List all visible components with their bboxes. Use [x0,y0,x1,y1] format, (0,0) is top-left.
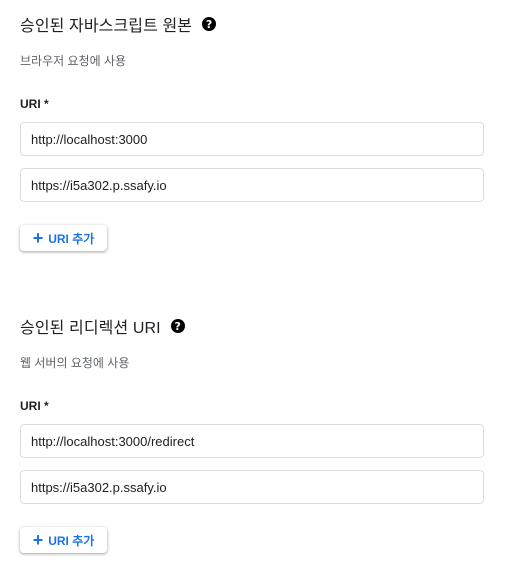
uri-label: URI * [20,399,49,413]
uri-field-2[interactable] [20,168,484,202]
uri-input[interactable] [21,471,483,503]
uri-input[interactable] [21,123,483,155]
section-title-row: 승인된 자바스크립트 원본 ? [20,12,217,36]
uri-input[interactable] [21,169,483,201]
section-title: 승인된 리디렉션 URI [20,320,161,337]
help-icon[interactable]: ? [170,319,185,333]
uri-label: URI * [20,97,49,111]
plus-icon: + [32,228,44,248]
section-title: 승인된 자바스크립트 원본 [20,18,193,35]
uri-field-2[interactable] [20,470,484,504]
help-icon[interactable]: ? [202,17,217,31]
add-uri-button[interactable]: + URI 추가 [20,527,107,553]
add-uri-label: URI 추가 [48,231,95,246]
uri-field-1[interactable] [20,424,484,458]
plus-icon: + [32,530,44,550]
uri-input[interactable] [21,425,483,457]
section-title-row: 승인된 리디렉션 URI ? [20,314,185,338]
uri-field-1[interactable] [20,122,484,156]
section-subtitle: 브라우저 요청에 사용 [20,54,127,68]
add-uri-button[interactable]: + URI 추가 [20,225,107,251]
section-subtitle: 웹 서버의 요청에 사용 [20,356,130,370]
add-uri-label: URI 추가 [48,533,95,548]
